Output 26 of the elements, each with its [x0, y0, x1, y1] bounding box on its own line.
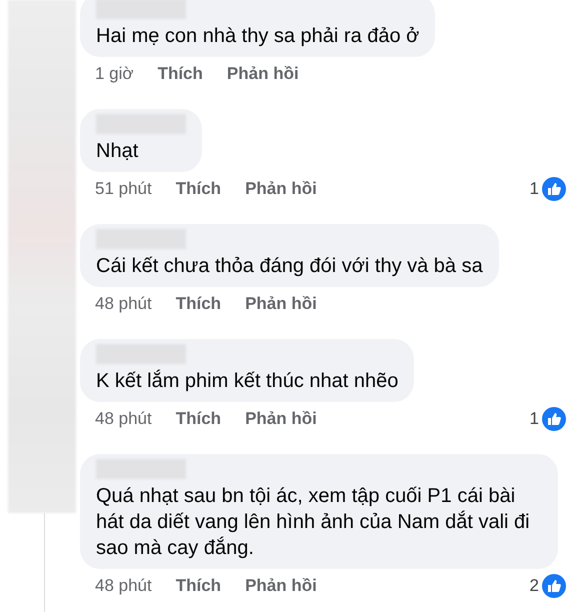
- comment-time: 48 phút: [95, 294, 152, 314]
- reply-link[interactable]: Phản hồi: [245, 409, 317, 429]
- like-link[interactable]: Thích: [176, 409, 222, 429]
- comment-text: Nhạt: [96, 139, 140, 164]
- thumbs-up-icon: [542, 574, 566, 598]
- reply-link[interactable]: Phản hồi: [245, 294, 317, 314]
- comment-time: 51 phút: [95, 179, 152, 199]
- like-link[interactable]: Thích: [158, 64, 203, 84]
- reply-link[interactable]: Phản hồi: [226, 64, 299, 84]
- reply-link[interactable]: Phản hồi: [245, 179, 317, 199]
- reaction-count: 1: [530, 179, 539, 199]
- comment-text: Quá nhạt sau bn tội ác, xem tập cuối P1 cái bài hát da diết vang lên hình ảnh của Nam dắt vali đi sao mà cay đắng.: [96, 484, 531, 561]
- like-link[interactable]: Thích: [176, 294, 222, 314]
- thumbs-up-icon: [542, 177, 566, 201]
- reaction-count: 2: [530, 576, 539, 596]
- comment-text: K kết lắm phim kết thúc nhat nhẽo: [96, 368, 398, 394]
- reply-link[interactable]: Phản hồi: [245, 576, 317, 596]
- comment-text: Hai mẹ con nhà thy sa phải ra đảo ở: [96, 24, 420, 49]
- like-link[interactable]: Thích: [176, 179, 222, 199]
- like-link[interactable]: Thích: [176, 576, 222, 596]
- reaction-count: 1: [530, 409, 539, 429]
- comment-time: 48 phút: [95, 409, 152, 429]
- comment-time: 1 giờ: [95, 64, 134, 84]
- comment-text: Cái kết chưa thỏa đáng đói với thy và bà sa: [96, 254, 483, 279]
- comment-time: 48 phút: [95, 576, 152, 596]
- thumbs-up-icon: [542, 407, 566, 431]
